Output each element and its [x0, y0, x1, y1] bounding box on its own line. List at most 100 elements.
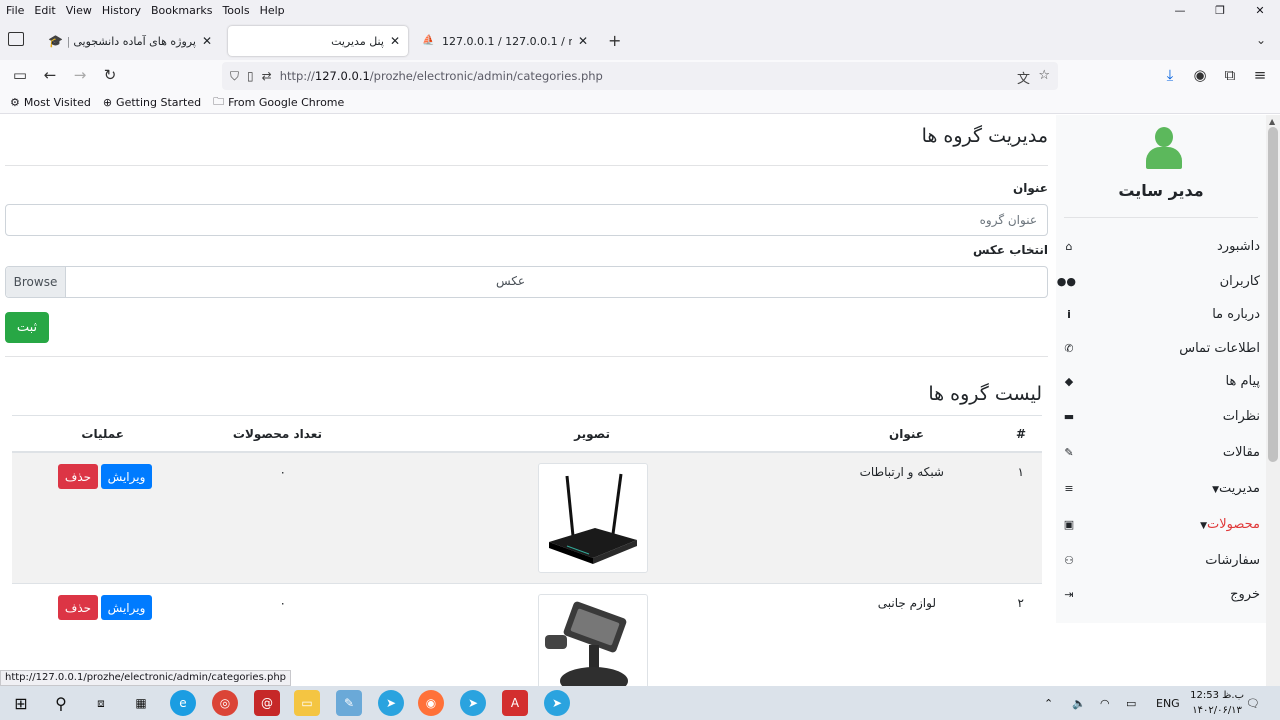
scroll-up-icon[interactable]: ▲ — [1269, 117, 1275, 126]
restore-button[interactable]: ❐ — [1200, 0, 1240, 20]
tab-close-icon[interactable]: ✕ — [202, 34, 212, 48]
comment-box-icon: ▬ — [1063, 409, 1075, 423]
sidebar-item-logout[interactable]: خروج ⇥ — [1062, 579, 1260, 609]
telegram-icon[interactable]: ➤ — [544, 690, 570, 716]
menu-edit[interactable]: Edit — [34, 4, 55, 17]
list-title: لیست گروه ها — [928, 383, 1042, 405]
notifications-icon[interactable]: 🗨 — [1246, 686, 1260, 720]
account-icon[interactable]: ◉ — [1190, 66, 1210, 84]
chrome-icon[interactable]: ◎ — [212, 690, 238, 716]
globe-icon: ⊕ — [102, 96, 113, 109]
edit-button[interactable]: ویرایش — [101, 595, 152, 620]
tab-close-icon[interactable]: ✕ — [390, 34, 400, 48]
store-icon[interactable]: ▦ — [128, 690, 154, 716]
battery-icon[interactable]: ▭ — [1126, 686, 1136, 720]
menu-bookmarks[interactable]: Bookmarks — [151, 4, 212, 17]
orders-icon: ⚇ — [1064, 553, 1074, 567]
menu-view[interactable]: View — [66, 4, 92, 17]
download-icon[interactable]: ⤓ — [1160, 66, 1180, 84]
close-window-button[interactable]: ✕ — [1240, 0, 1280, 20]
submit-button[interactable]: ثبت — [5, 312, 49, 343]
minimize-button[interactable]: — — [1160, 0, 1200, 20]
wifi-icon[interactable]: ◠ — [1100, 686, 1110, 720]
category-title-input[interactable]: عنوان گروه — [5, 204, 1048, 236]
search-icon[interactable]: ⚲ — [48, 690, 74, 716]
graduation-cap-icon: 🎓 — [48, 34, 63, 48]
sidebar-item-label: سفارشات — [1205, 552, 1260, 568]
menu-history[interactable]: History — [102, 4, 141, 17]
tab-list-icon[interactable] — [8, 32, 24, 46]
bookmarks-toolbar: ⚙ Most Visited ⊕ Getting Started 🗀 From Goo… — [0, 92, 1280, 114]
menu-file[interactable]: File — [6, 4, 24, 17]
bookmark-from-google-chrome[interactable]: 🗀 From Google Chrome — [213, 93, 344, 112]
delete-button[interactable]: حذف — [58, 595, 98, 620]
windows-start-icon[interactable]: ⊞ — [8, 690, 34, 716]
telegram-icon[interactable]: ➤ — [460, 690, 486, 716]
phone-icon: ✆ — [1064, 341, 1074, 355]
permissions-icon[interactable]: ⇄ — [262, 69, 272, 83]
browse-button[interactable]: Browse — [6, 267, 66, 297]
edit-button[interactable]: ویرایش — [101, 464, 152, 489]
sidebar-item-products[interactable]: محصولات▼ ▣ — [1062, 509, 1260, 539]
volume-icon[interactable]: 🔈 — [1072, 686, 1086, 720]
translate-icon[interactable]: 文 — [1017, 68, 1030, 87]
forward-icon[interactable]: → — [70, 66, 90, 84]
file-explorer-icon[interactable]: ▭ — [294, 690, 320, 716]
caret-down-icon: ▼ — [1200, 520, 1207, 531]
sidebar-item-orders[interactable]: سفارشات ⚇ — [1062, 545, 1260, 575]
edit-icon: ✎ — [1064, 445, 1074, 459]
back-icon[interactable]: ← — [40, 66, 60, 84]
image-file-input[interactable]: عکس Browse — [5, 266, 1048, 298]
page-scrollbar[interactable]: ▲ — [1266, 115, 1280, 686]
tab-bar: 🎓 پروژه های آماده دانشجویی | دانلو ✕ پنل… — [0, 20, 1280, 60]
tab-title: پروژه های آماده دانشجویی | دانلو — [68, 34, 196, 48]
bookmark-getting-started[interactable]: ⊕ Getting Started — [103, 96, 201, 109]
sidebar-item-about[interactable]: درباره ما i — [1062, 299, 1260, 329]
scrollbar-thumb[interactable] — [1268, 127, 1278, 462]
hamburger-menu-icon[interactable]: ≡ — [1250, 66, 1270, 84]
sidebar-item-contact[interactable]: اطلاعات تماس ✆ — [1062, 333, 1260, 363]
tray-chevron-icon[interactable]: ⌃ — [1044, 686, 1053, 720]
reload-icon[interactable]: ↻ — [100, 66, 120, 84]
page-title: مدیریت گروه ها — [921, 125, 1048, 147]
sidebar-item-users[interactable]: کاربران ●● — [1057, 266, 1260, 296]
telegram-icon[interactable]: ➤ — [378, 690, 404, 716]
sidebar-item-label: نظرات — [1222, 408, 1260, 424]
extensions-icon[interactable]: ⧉ — [1220, 66, 1240, 84]
firefox-icon[interactable]: ◉ — [418, 690, 444, 716]
status-url: http://127.0.0.1/prozhe/electronic/admin… — [0, 670, 292, 686]
language-indicator[interactable]: ENG — [1156, 686, 1180, 720]
star-icon[interactable]: ☆ — [1038, 68, 1050, 83]
sidebar-item-articles[interactable]: مقالات ✎ — [1062, 437, 1260, 467]
tab-close-icon[interactable]: ✕ — [578, 34, 588, 48]
sidebar-item-management[interactable]: مدیریت▼ ≡ — [1062, 473, 1260, 503]
menu-help[interactable]: Help — [260, 4, 285, 17]
clock[interactable]: 12:53 ب.ظ ۱۴۰۲/۰۶/۱۳ — [1190, 688, 1244, 718]
col-header-title: عنوان — [889, 427, 924, 441]
chevron-down-icon[interactable]: ⌄ — [1256, 33, 1266, 47]
page-icon[interactable]: ▯ — [247, 69, 254, 83]
sidebar-toggle-icon[interactable]: ▭ — [10, 66, 30, 84]
sidebar-item-comments[interactable]: نظرات ▬ — [1062, 401, 1260, 431]
sidebar-item-dashboard[interactable]: داشبورد ⌂ — [1062, 231, 1261, 261]
menu-tools[interactable]: Tools — [222, 4, 249, 17]
tab-admin-panel[interactable]: پنل مدیریت ✕ — [228, 26, 408, 56]
bars-icon: ≡ — [1064, 481, 1074, 495]
app-icon[interactable]: @ — [254, 690, 280, 716]
phpmyadmin-icon: ⛵ — [422, 35, 435, 46]
url-bar[interactable]: ⛉ ▯ ⇄ http://127.0.0.1/prozhe/electronic… — [222, 62, 1058, 90]
acrobat-icon[interactable]: A — [502, 690, 528, 716]
new-tab-icon[interactable]: + — [608, 31, 621, 50]
tab-phpmyadmin[interactable]: ⛵ 127.0.0.1 / 127.0.0.1 / maccesso ✕ — [414, 26, 596, 56]
sidebar-item-messages[interactable]: پیام ها ◆ — [1062, 366, 1260, 396]
sign-out-icon: ⇥ — [1064, 587, 1074, 601]
delete-button[interactable]: حذف — [58, 464, 98, 489]
edge-icon[interactable]: e — [170, 690, 196, 716]
url-text[interactable]: http://127.0.0.1/prozhe/electronic/admin… — [280, 69, 603, 83]
categories-table: # عنوان تصویر تعداد محصولات عملیات ۱ شبک… — [12, 415, 1042, 686]
bookmark-most-visited[interactable]: ⚙ Most Visited — [10, 96, 91, 109]
task-view-icon[interactable]: ⧈ — [88, 690, 114, 716]
notepad-icon[interactable]: ✎ — [336, 690, 362, 716]
tab-student-projects[interactable]: 🎓 پروژه های آماده دانشجویی | دانلو ✕ — [40, 26, 220, 56]
shield-icon[interactable]: ⛉ — [230, 69, 239, 84]
